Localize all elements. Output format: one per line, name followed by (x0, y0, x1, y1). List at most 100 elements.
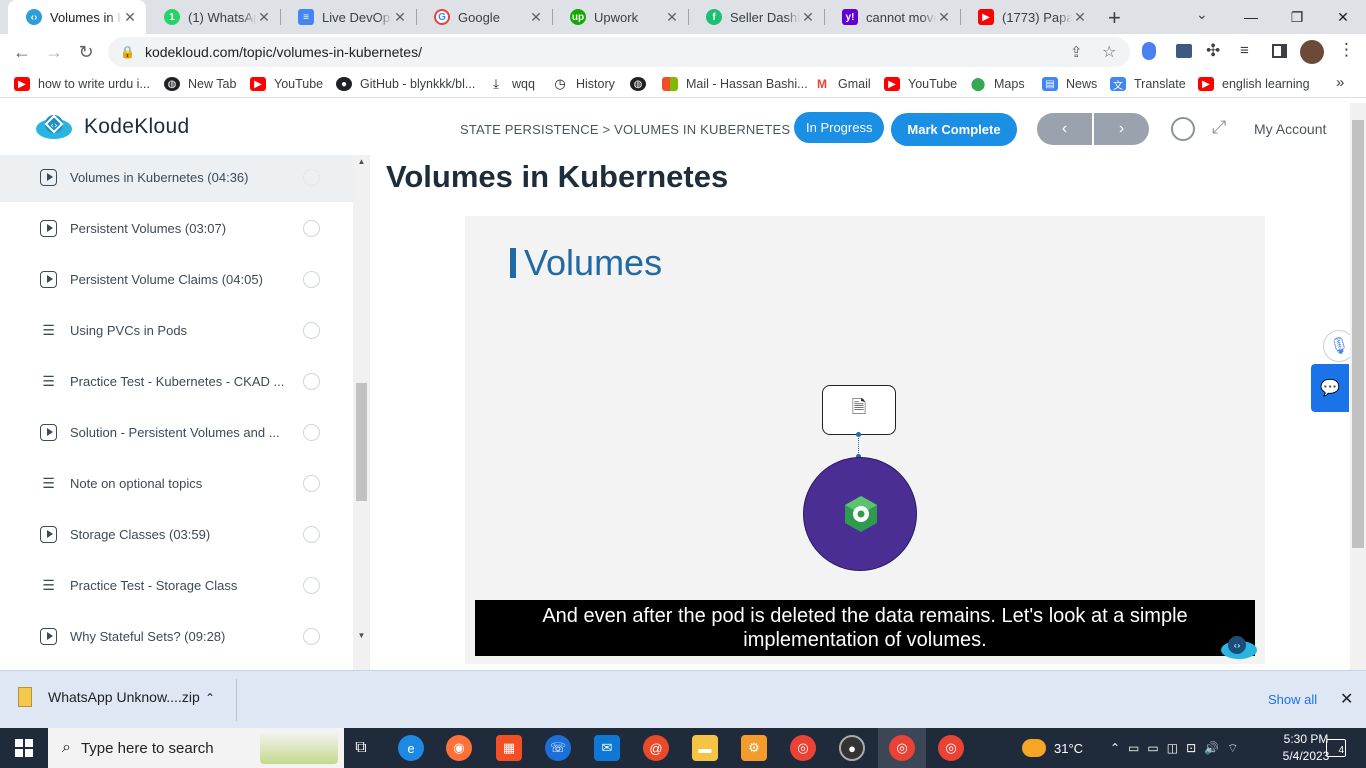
fullscreen-icon[interactable]: ⤢ (1212, 117, 1226, 138)
completion-circle[interactable] (303, 423, 320, 441)
close-tab-icon[interactable]: ✕ (664, 9, 680, 26)
microsoft-store-icon[interactable]: ▦ (496, 735, 522, 761)
edge-browser-icon[interactable]: e (398, 735, 424, 761)
video-player[interactable]: Volumes 🗎 And even after the pod is dele… (465, 216, 1265, 664)
bookmark-item[interactable]: ⬤ Maps (970, 75, 1025, 93)
lesson-item[interactable]: Solution - Persistent Volumes and ... (0, 407, 353, 457)
close-tab-icon[interactable]: ✕ (1072, 9, 1088, 26)
completion-circle[interactable] (303, 474, 320, 492)
task-view-icon[interactable]: ⧉ (348, 735, 374, 761)
lesson-item[interactable]: Storage Classes (03:59) (0, 509, 353, 559)
tab-upwork[interactable]: up Upwork ✕ (552, 0, 688, 34)
sidebar-scroll-thumb[interactable] (356, 383, 367, 501)
bookmark-item[interactable]: ▶ YouTube (884, 75, 957, 93)
address-bar[interactable]: 🔒 kodekloud.com/topic/volumes-in-kuberne… (108, 37, 1130, 67)
app-snail-icon[interactable]: @ (643, 735, 669, 761)
completion-circle[interactable] (303, 525, 320, 543)
side-panel-icon[interactable] (1272, 44, 1287, 58)
bookmark-item[interactable]: ▶ YouTube (250, 75, 323, 93)
taskbar-search-box[interactable]: ⌕ Type here to search (48, 728, 344, 768)
chevron-up-icon[interactable]: ⌃ (205, 691, 215, 705)
reading-list-icon[interactable]: ≡ (1240, 42, 1249, 59)
close-tab-icon[interactable]: ✕ (800, 9, 816, 26)
tab-yahoo[interactable]: y! cannot move ✕ (824, 0, 960, 34)
completion-circle[interactable] (303, 219, 320, 237)
lesson-item[interactable]: ☰ Practice Test - Kubernetes - CKAD ... (0, 356, 353, 406)
next-lesson-button[interactable]: › (1092, 113, 1149, 145)
forward-arrow-icon[interactable]: → (40, 38, 68, 66)
restore-icon[interactable]: ❐ (1274, 0, 1320, 34)
dark-mode-icon[interactable] (1171, 117, 1195, 141)
scroll-down-arrow-icon[interactable]: ▼ (353, 631, 369, 640)
profile-avatar[interactable] (1300, 40, 1324, 64)
bookmark-star-icon[interactable]: ☆ (1102, 42, 1116, 62)
in-progress-button[interactable]: In Progress (794, 112, 885, 143)
download-item[interactable]: WhatsApp Unknow....zip (18, 687, 200, 707)
bookmark-item[interactable]: Mail - Hassan Bashi... (662, 75, 808, 93)
tab-whatsapp[interactable]: 1 (1) WhatsApp ✕ (146, 0, 280, 34)
previous-lesson-button[interactable]: ‹ (1037, 113, 1092, 145)
show-all-downloads-link[interactable]: Show all (1268, 692, 1317, 707)
close-tab-icon[interactable]: ✕ (256, 9, 272, 26)
share-icon[interactable]: ⇪ (1070, 43, 1083, 61)
completion-circle[interactable] (303, 576, 320, 594)
microphone-extension-icon[interactable] (1142, 42, 1156, 60)
my-account-link[interactable]: My Account (1254, 121, 1326, 137)
new-tab-icon[interactable]: + (1108, 5, 1121, 31)
settings-app-icon[interactable]: ⚙ (741, 735, 767, 761)
completion-circle[interactable] (303, 627, 320, 645)
bookmark-item[interactable]: ◍ New Tab (164, 75, 236, 93)
completion-circle[interactable] (303, 372, 320, 390)
chat-icon[interactable]: 💬 (1311, 364, 1349, 412)
windows-start-icon[interactable] (0, 728, 48, 768)
back-arrow-icon[interactable]: ← (8, 38, 36, 66)
close-download-bar-icon[interactable]: ✕ (1340, 689, 1353, 709)
bookmark-item[interactable]: ◷ History (552, 75, 615, 93)
page-scroll-thumb[interactable] (1352, 120, 1364, 548)
bookmark-item[interactable]: ● GitHub - blynkkk/bl... (336, 75, 475, 93)
breadcrumb[interactable]: STATE PERSISTENCE > VOLUMES IN KUBERNETE… (460, 122, 790, 137)
browser-menu-icon[interactable]: ⋮ (1338, 40, 1355, 60)
close-tab-icon[interactable]: ✕ (528, 9, 544, 26)
mark-complete-button[interactable]: Mark Complete (891, 113, 1017, 146)
bookmark-item[interactable]: ◍ (630, 75, 654, 93)
tab-search-chevron-icon[interactable]: ⌄ (1196, 6, 1208, 23)
chrome-icon[interactable]: ◎ (790, 735, 816, 761)
more-bookmarks-icon[interactable]: » (1336, 74, 1344, 91)
extensions-puzzle-icon[interactable]: ✣ (1206, 41, 1220, 61)
lesson-item[interactable]: ☰ Practice Test - Storage Class (0, 560, 353, 610)
tab-kodekloud[interactable]: ‹› Volumes in Kubernetes ✕ (8, 0, 146, 34)
lesson-item[interactable]: Volumes in Kubernetes (04:36) (0, 155, 353, 202)
minimize-icon[interactable]: — (1228, 0, 1274, 34)
bookmark-item[interactable]: 文 Translate (1110, 75, 1186, 93)
completion-circle[interactable] (303, 321, 320, 339)
close-tab-icon[interactable]: ✕ (122, 9, 138, 26)
lesson-item[interactable]: ☰ Note on optional topics (0, 458, 353, 508)
mail-icon[interactable]: ✉ (594, 735, 620, 761)
kodekloud-logo[interactable]: ‹› KodeKloud (34, 113, 189, 141)
scroll-up-arrow-icon[interactable]: ▲ (353, 157, 369, 166)
close-tab-icon[interactable]: ✕ (936, 9, 952, 26)
bookmark-item[interactable]: ▤ News (1042, 75, 1097, 93)
system-tray-icons[interactable]: ⌃▭▭◫⊡🔊⌔ (1110, 728, 1246, 768)
lesson-item[interactable]: Persistent Volume Claims (04:05) (0, 254, 353, 304)
download-extension-icon[interactable] (1176, 44, 1192, 58)
completion-circle[interactable] (303, 168, 320, 186)
bookmark-item[interactable]: ▶ english learning (1198, 75, 1310, 93)
tab-seller-dashboard[interactable]: f Seller Dashboard ✕ (688, 0, 824, 34)
chrome-profile-icon[interactable]: ◎ (889, 735, 915, 761)
tab-google[interactable]: G Google ✕ (416, 0, 552, 34)
obs-icon[interactable]: ● (839, 735, 865, 761)
tab-live-devops[interactable]: ≡ Live DevOps ✕ (280, 0, 416, 34)
reload-icon[interactable]: ↻ (72, 38, 100, 66)
weather-widget[interactable]: 31°C (1022, 728, 1083, 768)
bookmark-item[interactable]: ▶ how to write urdu i... (14, 75, 150, 93)
lesson-item[interactable]: ☰ Using PVCs in Pods (0, 305, 353, 355)
notification-center-icon[interactable]: 4 (1326, 728, 1346, 768)
lesson-item[interactable]: Why Stateful Sets? (09:28) (0, 611, 353, 661)
bookmark-item[interactable]: ⤓ wqq (488, 75, 535, 93)
tab-youtube[interactable]: ▶ (1773) Papa Jaan ✕ (960, 0, 1096, 34)
chrome-profile-h-icon[interactable]: ◎ (938, 735, 964, 761)
bookmark-item[interactable]: M Gmail (814, 75, 871, 93)
file-explorer-icon[interactable]: ▬ (692, 735, 718, 761)
